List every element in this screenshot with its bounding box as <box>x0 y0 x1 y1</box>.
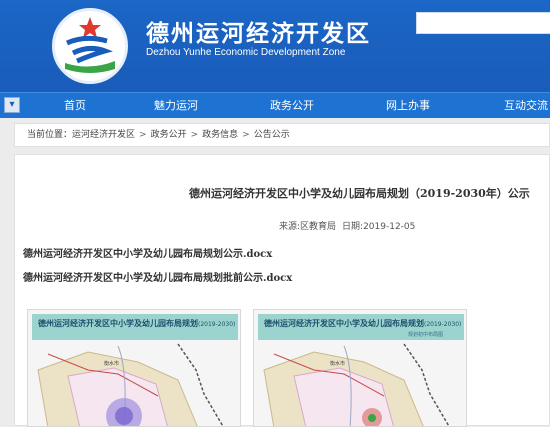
nav-item-interaction[interactable]: 互动交流 <box>504 93 548 118</box>
menu-toggle-icon[interactable]: ▾ <box>4 97 20 113</box>
attachment-link[interactable]: 德州运河经济开发区中小学及幼儿园布局规划公示.docx <box>23 245 272 260</box>
map-place-label: 衡水市 <box>104 361 120 367</box>
map-title: 德州运河经济开发区中小学及幼儿园布局规划(2019-2030) <box>264 319 462 328</box>
nav-item-charm-yunhe[interactable]: 魅力运河 <box>154 93 198 118</box>
site-header: 德州运河经济开发区 Dezhou Yunhe Economic Developm… <box>0 0 550 92</box>
plan-map-image[interactable]: 德州运河经济开发区中小学及幼儿园布局规划(2019-2030) 规划初中布局图 … <box>253 309 467 427</box>
logo-emblem-icon <box>57 13 123 79</box>
article-meta: 来源:区教育局 日期:2019-12-05 <box>279 219 421 232</box>
attachment-link[interactable]: 德州运河经济开发区中小学及幼儿园布局规划批前公示.docx <box>23 269 292 284</box>
map-title: 德州运河经济开发区中小学及幼儿园布局规划(2019-2030) <box>38 319 236 328</box>
map-header: 德州运河经济开发区中小学及幼儿园布局规划(2019-2030) 规划初中布局图 <box>258 314 464 340</box>
breadcrumb-separator: > <box>242 130 250 140</box>
search-input[interactable] <box>416 12 550 34</box>
nav-item-online-services[interactable]: 网上办事 <box>386 93 430 118</box>
breadcrumb-prefix: 当前位置： <box>27 130 73 140</box>
breadcrumb: 当前位置：运河经济开发区 > 政务公开 > 政务信息 > 公告公示 <box>14 123 550 147</box>
nav-item-home[interactable]: 首页 <box>64 93 86 118</box>
breadcrumb-link[interactable]: 政务信息 <box>202 130 238 140</box>
article-source: 来源:区教育局 <box>279 222 337 232</box>
site-title: 德州运河经济开发区 <box>146 21 371 47</box>
breadcrumb-link[interactable]: 公告公示 <box>254 130 290 140</box>
nav-item-government-affairs[interactable]: 政务公开 <box>270 93 314 118</box>
site-subtitle: Dezhou Yunhe Economic Development Zone <box>146 47 346 58</box>
breadcrumb-separator: > <box>190 130 199 140</box>
article-date: 日期:2019-12-05 <box>342 222 416 232</box>
map-place-label: 衡水市 <box>330 361 346 367</box>
breadcrumb-link[interactable]: 政务公开 <box>151 130 187 140</box>
article-panel: 德州运河经济开发区中小学及幼儿园布局规划（2019-2030年）公示 来源:区教… <box>14 154 550 427</box>
map-subtitle: 规划初中布局图 <box>408 332 444 338</box>
site-logo[interactable] <box>52 8 128 84</box>
breadcrumb-link[interactable]: 运河经济开发区 <box>72 130 135 140</box>
breadcrumb-separator: > <box>139 130 147 140</box>
map-header: 德州运河经济开发区中小学及幼儿园布局规划(2019-2030) <box>32 314 238 340</box>
plan-map-image[interactable]: 德州运河经济开发区中小学及幼儿园布局规划(2019-2030) 衡水市 <box>27 309 241 427</box>
main-nav: ▾ 首页 魅力运河 政务公开 网上办事 互动交流 <box>0 92 550 118</box>
article-title: 德州运河经济开发区中小学及幼儿园布局规划（2019-2030年）公示 <box>189 187 530 200</box>
